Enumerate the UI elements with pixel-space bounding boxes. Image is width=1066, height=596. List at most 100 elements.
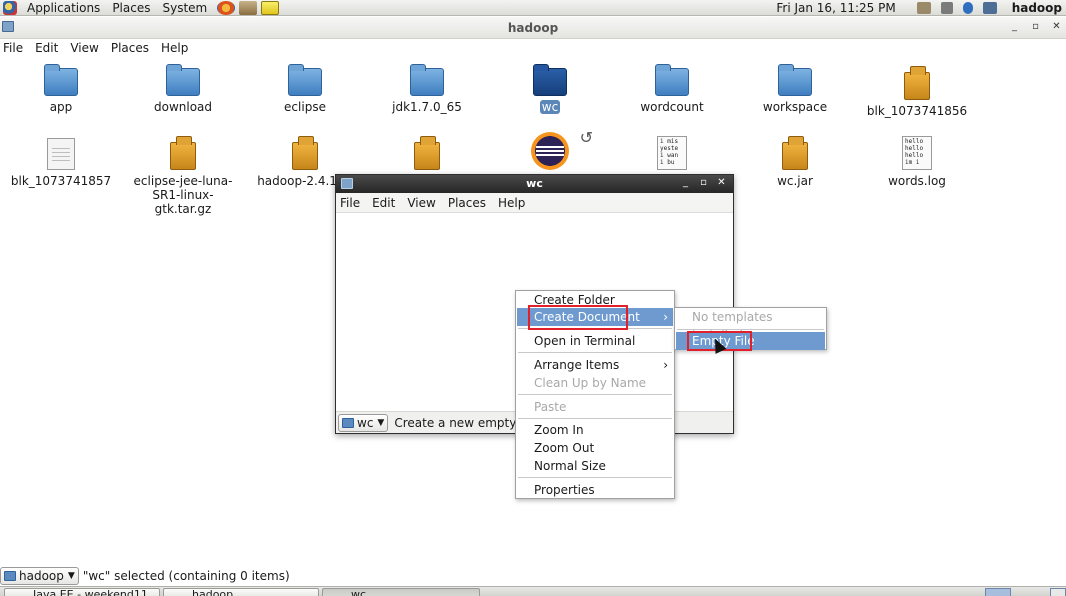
- menu-item-zoom-out[interactable]: Zoom Out: [517, 439, 673, 457]
- folder-icon: [655, 64, 689, 96]
- folder-eclipse[interactable]: eclipse: [244, 64, 366, 114]
- panel-user[interactable]: hadoop: [1002, 1, 1066, 15]
- menu-help[interactable]: Help: [494, 196, 529, 210]
- icon-label: blk_1073741856: [866, 104, 968, 118]
- firefox-launcher-icon[interactable]: [217, 0, 236, 15]
- folder-icon: [410, 64, 444, 96]
- submenu-item-empty-file[interactable]: Empty File: [676, 332, 825, 350]
- icon-label: words.log: [888, 174, 946, 188]
- package-icon: [904, 66, 930, 100]
- eclipse-icon: [531, 132, 569, 170]
- minimize-icon[interactable]: _: [1009, 21, 1020, 32]
- folder-icon: [44, 64, 78, 96]
- menu-item-label: Clean Up by Name: [534, 376, 647, 390]
- bluetooth-tray-icon[interactable]: [962, 1, 973, 14]
- file-blk-1073741856[interactable]: blk_1073741856: [856, 66, 978, 118]
- chevron-down-icon: ▼: [377, 417, 385, 428]
- menu-file[interactable]: File: [336, 196, 364, 210]
- folder-icon: [4, 571, 16, 581]
- context-menu: Create Folder Create Document › Open in T…: [515, 290, 675, 499]
- menu-item-create-folder[interactable]: Create Folder: [517, 291, 673, 309]
- menu-separator: [518, 477, 672, 478]
- minimize-icon[interactable]: _: [680, 177, 691, 188]
- maximize-icon[interactable]: ▫: [1030, 21, 1041, 32]
- path-label: hadoop: [19, 569, 64, 583]
- menu-view[interactable]: View: [67, 41, 104, 55]
- panel-clock[interactable]: Fri Jan 16, 11:25 PM: [776, 1, 911, 15]
- menu-places[interactable]: Places: [444, 196, 490, 210]
- folder-wc[interactable]: wc: [489, 64, 611, 114]
- taskbar: Java EE - weekend11 hadoop wc: [0, 586, 1066, 596]
- menu-view[interactable]: View: [403, 196, 439, 210]
- menu-item-label: Zoom In: [534, 423, 584, 437]
- menu-places[interactable]: Places: [108, 41, 155, 55]
- file-wc-jar[interactable]: wc.jar: [734, 136, 856, 188]
- icon-label: app: [49, 100, 73, 114]
- taskbar-item-wc[interactable]: wc: [322, 588, 480, 596]
- create-document-submenu: No templates installed Empty File: [674, 307, 827, 350]
- wc-path-selector[interactable]: wc ▼: [338, 413, 389, 432]
- folder-wordcount[interactable]: wordcount: [611, 64, 733, 114]
- close-icon[interactable]: ✕: [1051, 21, 1062, 32]
- wc-menubar: File Edit View Places Help: [336, 193, 733, 213]
- folder-jdk[interactable]: jdk1.7.0_65: [366, 64, 488, 114]
- folder-download[interactable]: download: [122, 64, 244, 114]
- menu-item-normal-size[interactable]: Normal Size: [517, 457, 673, 475]
- panel-menu-places[interactable]: Places: [106, 1, 156, 15]
- folder-icon: [778, 64, 812, 96]
- taskbar-item-hadoop[interactable]: hadoop: [163, 588, 319, 596]
- menu-item-zoom-in[interactable]: Zoom In: [517, 421, 673, 439]
- folder-icon: [288, 64, 322, 96]
- menu-item-label: Paste: [534, 400, 567, 414]
- workspace-switcher-1[interactable]: [985, 588, 1011, 596]
- menu-item-label: Normal Size: [534, 459, 606, 473]
- menu-separator: [518, 328, 672, 329]
- menu-edit[interactable]: Edit: [368, 196, 399, 210]
- panel-menu-applications[interactable]: Applications: [21, 1, 106, 15]
- menu-item-open-terminal[interactable]: Open in Terminal: [517, 332, 673, 350]
- mail-launcher-icon[interactable]: [239, 0, 258, 15]
- folder-icon: [342, 417, 354, 428]
- menu-help[interactable]: Help: [158, 41, 194, 55]
- icon-label: eclipse-jee-luna-SR1-linux-gtk.tar.gz: [133, 174, 233, 216]
- menu-item-properties[interactable]: Properties: [517, 481, 673, 499]
- main-path-selector[interactable]: hadoop ▼: [0, 567, 79, 585]
- network-tray-icon[interactable]: [916, 1, 931, 14]
- file-blk-1073741857[interactable]: blk_1073741857: [0, 138, 122, 188]
- chevron-right-icon: ›: [663, 358, 668, 372]
- file-words-log[interactable]: hello hello hello im i words.log: [856, 136, 978, 188]
- wc-window-controls: _ ▫ ✕: [680, 177, 727, 188]
- main-menubar: File Edit View Places Help: [0, 39, 1066, 57]
- menu-item-label: Create Folder: [534, 293, 615, 307]
- text-file-icon: [47, 138, 75, 170]
- folder-icon: [166, 64, 200, 96]
- file-eclipse-archive[interactable]: eclipse-jee-luna-SR1-linux-gtk.tar.gz: [122, 136, 244, 216]
- menu-file[interactable]: File: [0, 41, 29, 55]
- volume-tray-icon[interactable]: [940, 1, 953, 14]
- main-titlebar: hadoop _ ▫ ✕: [0, 17, 1066, 39]
- package-icon: [782, 136, 808, 170]
- menu-edit[interactable]: Edit: [32, 41, 64, 55]
- taskbar-item-java-ee[interactable]: Java EE - weekend11: [4, 588, 160, 596]
- menu-item-arrange-items[interactable]: Arrange Items ›: [517, 356, 673, 374]
- wc-titlebar[interactable]: wc _ ▫ ✕: [336, 175, 733, 193]
- package-icon: [170, 136, 196, 170]
- close-icon[interactable]: ✕: [716, 177, 727, 188]
- wc-window-title: wc: [526, 177, 543, 190]
- menu-separator: [518, 394, 672, 395]
- menu-item-label: Open in Terminal: [534, 334, 636, 348]
- chevron-right-icon: ›: [663, 310, 668, 324]
- display-tray-icon[interactable]: [982, 1, 997, 14]
- workspace-switcher-2[interactable]: [1050, 588, 1066, 596]
- folder-workspace[interactable]: workspace: [734, 64, 856, 114]
- path-label: wc: [357, 415, 374, 430]
- panel-menus: Applications Places System: [0, 0, 280, 16]
- menu-item-clean-up: Clean Up by Name: [517, 374, 673, 392]
- panel-menu-system[interactable]: System: [156, 1, 213, 15]
- folder-app[interactable]: app: [0, 64, 122, 114]
- notes-launcher-icon[interactable]: [261, 0, 280, 15]
- menu-item-create-document[interactable]: Create Document ›: [517, 308, 673, 326]
- maximize-icon[interactable]: ▫: [698, 177, 709, 188]
- menu-item-label: Arrange Items: [534, 358, 620, 372]
- main-window-controls: _ ▫ ✕: [1009, 21, 1062, 32]
